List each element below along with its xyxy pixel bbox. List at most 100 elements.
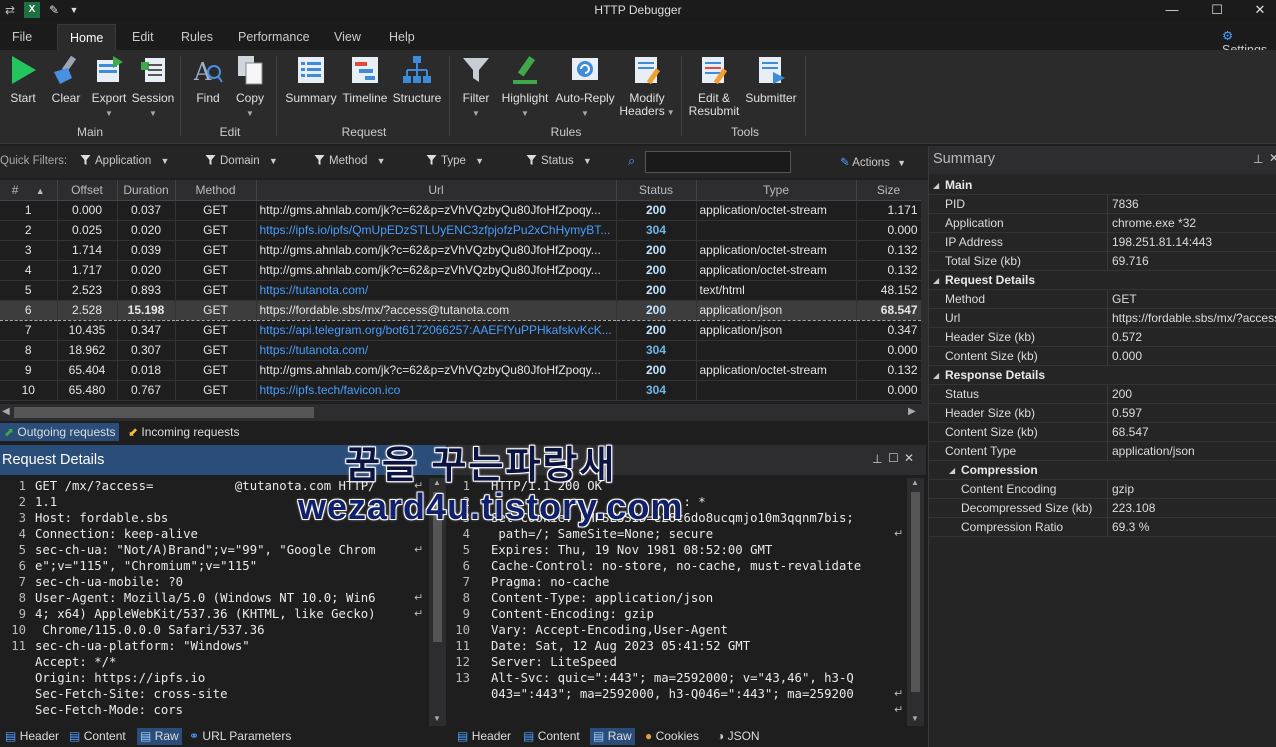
table-row[interactable]: 8 18.962 0.307 GET https://tutanota.com/304 0…	[0, 340, 921, 361]
col-offset[interactable]: Offset	[57, 180, 118, 201]
collapse-icon[interactable]: ◢	[933, 366, 939, 385]
highlight-button[interactable]: Highlight ▼	[498, 54, 552, 120]
table-row[interactable]: 6 2.528 15.198 GET https://fordable.sbs/mx/?…	[0, 299, 921, 321]
line-number: 13	[455, 671, 470, 685]
summary-button[interactable]: Summary	[283, 54, 339, 105]
vertical-scrollbar[interactable]	[921, 180, 928, 421]
filter-button[interactable]: Filter ▼	[458, 54, 494, 120]
auto-reply-dropdown-icon[interactable]: ▼	[553, 107, 617, 120]
scroll-up-icon[interactable]: ▲	[911, 478, 919, 487]
code-line: 4; x64) AppleWebKit/537.36 (KHTML, like …	[35, 607, 376, 621]
row-size: 68.547	[856, 299, 921, 321]
summary-section-header[interactable]: ◢ Response Details	[929, 366, 1276, 385]
response-vertical-scrollbar[interactable]: ▲ ▼	[907, 478, 924, 726]
start-button[interactable]: Start	[4, 54, 42, 105]
auto-reply-button[interactable]: Auto-Reply ▼	[553, 54, 617, 120]
tab-response-header[interactable]: ▤ Header	[454, 728, 514, 745]
scroll-left-icon[interactable]: ◀	[2, 406, 10, 417]
menu-performance[interactable]: Performance	[226, 24, 322, 50]
tab-request-header[interactable]: ▤ Header	[2, 728, 62, 745]
timeline-button[interactable]: Timeline	[341, 54, 389, 105]
maximize-icon[interactable]: ☐	[1195, 0, 1239, 22]
tab-response-content[interactable]: ▤ Content	[520, 728, 583, 745]
pin-icon[interactable]: ⊥	[872, 452, 882, 466]
table-row[interactable]: 7 10.435 0.347 GET https://api.telegram.org/…	[0, 320, 921, 341]
modify-headers-button[interactable]: Modify Headers ▼	[617, 54, 677, 119]
col-duration[interactable]: Duration	[117, 180, 176, 201]
scroll-right-icon[interactable]: ▶	[908, 406, 916, 417]
col-number[interactable]: # ▲	[0, 180, 58, 201]
code-line: path=/; SameSite=None; secure	[491, 527, 714, 541]
menu-edit[interactable]: Edit	[120, 24, 166, 50]
session-dropdown-icon[interactable]: ▼	[131, 107, 175, 120]
minimize-icon[interactable]: —	[1150, 0, 1194, 22]
filter-application[interactable]: Application ▼	[80, 155, 169, 167]
edit-resubmit-button[interactable]: Edit & Resubmit	[688, 54, 740, 118]
structure-button[interactable]: Structure	[391, 54, 443, 105]
copy-dropdown-icon[interactable]: ▼	[232, 107, 268, 120]
close-pane-icon[interactable]: ✕	[1269, 151, 1276, 165]
clear-button[interactable]: Clear	[47, 54, 85, 105]
table-row[interactable]: 1 0.000 0.037 GET http://gms.ahnlab.com/jk?c…	[0, 200, 921, 221]
menu-view[interactable]: View	[322, 24, 373, 50]
filter-domain[interactable]: Domain ▼	[205, 155, 278, 167]
col-url[interactable]: Url	[256, 180, 617, 201]
col-status[interactable]: Status	[616, 180, 697, 201]
submitter-button[interactable]: Submitter	[742, 54, 800, 105]
col-type[interactable]: Type	[696, 180, 857, 201]
copy-button[interactable]: Copy ▼	[232, 54, 268, 120]
filter-dropdown-icon[interactable]: ▼	[458, 107, 494, 120]
session-button[interactable]: Session ▼	[131, 54, 175, 120]
highlight-dropdown-icon[interactable]: ▼	[498, 107, 552, 120]
collapse-icon[interactable]: ◢	[933, 176, 939, 195]
tab-incoming[interactable]: ⬋ Incoming requests	[124, 423, 243, 441]
funnel-icon	[526, 155, 537, 165]
close-icon[interactable]: ✕	[1238, 0, 1276, 22]
tab-url-parameters[interactable]: ⚭ URL Parameters	[186, 728, 294, 745]
pin-icon[interactable]: ⊥	[1253, 152, 1263, 166]
table-row[interactable]: 9 65.404 0.018 GET http://gms.ahnlab.com/jk?…	[0, 360, 921, 381]
tab-outgoing[interactable]: ⬈ Outgoing requests	[0, 423, 120, 441]
export-button[interactable]: Export ▼	[88, 54, 130, 120]
search-input[interactable]	[645, 151, 791, 173]
tab-request-raw[interactable]: ▤ Raw	[137, 728, 182, 745]
filter-status[interactable]: Status ▼	[526, 155, 592, 167]
horizontal-scrollbar[interactable]: ◀ ▶	[0, 404, 921, 421]
export-dropdown-icon[interactable]: ▼	[88, 107, 130, 120]
table-row[interactable]: 4 1.717 0.020 GET http://gms.ahnlab.com/jk?c…	[0, 260, 921, 281]
table-row[interactable]: 2 0.025 0.020 GET https://ipfs.io/ipfs/QmUpE…	[0, 220, 921, 241]
close-pane-icon[interactable]: ✕	[904, 451, 914, 465]
tab-response-cookies[interactable]: ● Cookies	[642, 728, 702, 745]
modify-headers-dropdown-icon[interactable]: ▼	[667, 108, 675, 117]
tab-request-content[interactable]: ▤ Content	[66, 728, 129, 745]
line-number: 8	[462, 591, 470, 605]
collapse-icon[interactable]: ◢	[949, 461, 955, 480]
col-method[interactable]: Method	[175, 180, 257, 201]
col-size[interactable]: Size	[856, 180, 921, 201]
float-icon[interactable]: ☐	[888, 451, 899, 465]
scroll-thumb[interactable]	[14, 407, 314, 418]
scroll-down-icon[interactable]: ▼	[433, 714, 441, 723]
table-row[interactable]: 10 65.480 0.767 GET https://ipfs.tech/favico…	[0, 380, 921, 401]
summary-section-header[interactable]: ◢ Compression	[929, 461, 1276, 480]
summary-section-header[interactable]: ◢ Request Details	[929, 271, 1276, 290]
row-method: GET	[175, 340, 257, 361]
summary-section-header[interactable]: ◢ Main	[929, 176, 1276, 195]
table-row[interactable]: 3 1.714 0.039 GET http://gms.ahnlab.com/jk?c…	[0, 240, 921, 261]
actions-button[interactable]: ✎ Actions ▼	[840, 155, 906, 169]
filter-method[interactable]: Method ▼	[314, 155, 385, 167]
menu-file[interactable]: File	[0, 24, 44, 50]
menu-help[interactable]: Help	[377, 24, 427, 50]
scroll-thumb[interactable]	[911, 492, 920, 692]
menu-home[interactable]: Home	[57, 24, 117, 50]
tab-response-raw[interactable]: ▤ Raw	[590, 728, 635, 745]
find-button[interactable]: A Find	[190, 54, 226, 105]
menu-rules[interactable]: Rules	[169, 24, 225, 50]
ribbon-separator	[681, 56, 682, 136]
collapse-icon[interactable]: ◢	[933, 271, 939, 290]
code-line: Content-Encoding: gzip	[491, 607, 654, 621]
tab-response-json[interactable]: ◑ JSON	[714, 728, 763, 745]
table-row[interactable]: 5 2.523 0.893 GET https://tutanota.com/200 te…	[0, 280, 921, 301]
filter-type[interactable]: Type ▼	[426, 155, 484, 167]
scroll-down-icon[interactable]: ▼	[911, 714, 919, 723]
